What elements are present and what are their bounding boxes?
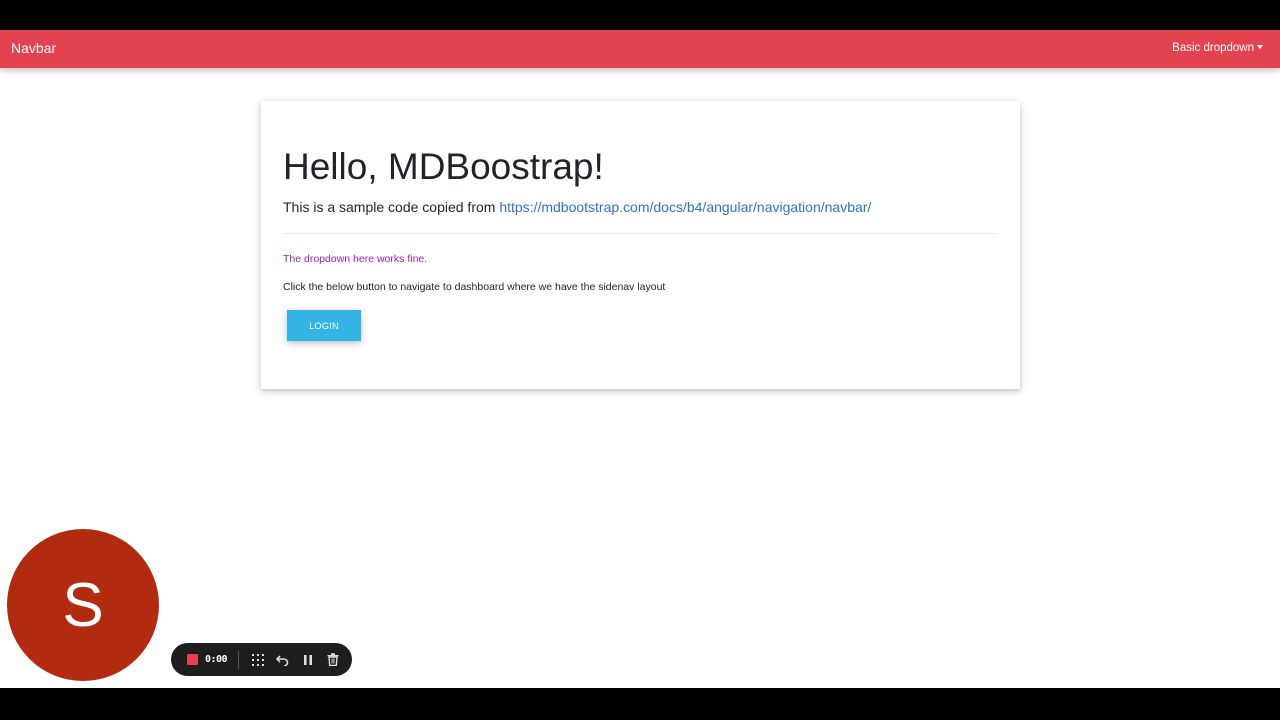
trash-icon[interactable] <box>324 651 342 669</box>
navbar: Navbar Basic dropdown <box>0 30 1280 68</box>
grid-icon[interactable] <box>249 651 267 669</box>
avatar-initial: S <box>62 570 104 640</box>
stop-icon[interactable] <box>187 654 198 665</box>
navbar-brand[interactable]: Navbar <box>11 40 56 56</box>
dropdown-note: The dropdown here works fine. <box>283 253 428 265</box>
avatar: S <box>7 529 159 681</box>
lead-text: This is a sample code copied from https:… <box>283 199 871 215</box>
jumbotron-card: Hello, MDBoostrap! This is a sample code… <box>261 101 1020 389</box>
page: Navbar Basic dropdown Hello, MDBoostrap!… <box>0 30 1280 688</box>
dropdown-label: Basic dropdown <box>1172 42 1254 54</box>
toolbar-separator <box>238 650 240 669</box>
undo-icon[interactable] <box>274 651 292 669</box>
basic-dropdown-toggle[interactable]: Basic dropdown <box>1172 42 1263 54</box>
login-button[interactable]: LOGIN <box>287 310 361 341</box>
pause-icon[interactable] <box>299 651 317 669</box>
instruction-text: Click the below button to navigate to da… <box>283 281 666 293</box>
divider <box>283 233 998 234</box>
mdb-docs-link[interactable]: https://mdbootstrap.com/docs/b4/angular/… <box>499 199 871 215</box>
recording-timer: 0:00 <box>205 654 228 665</box>
lead-prefix: This is a sample code copied from <box>283 199 500 215</box>
page-title: Hello, MDBoostrap! <box>283 146 604 187</box>
recording-toolbar: 0:00 <box>171 643 352 676</box>
caret-down-icon <box>1257 44 1263 49</box>
